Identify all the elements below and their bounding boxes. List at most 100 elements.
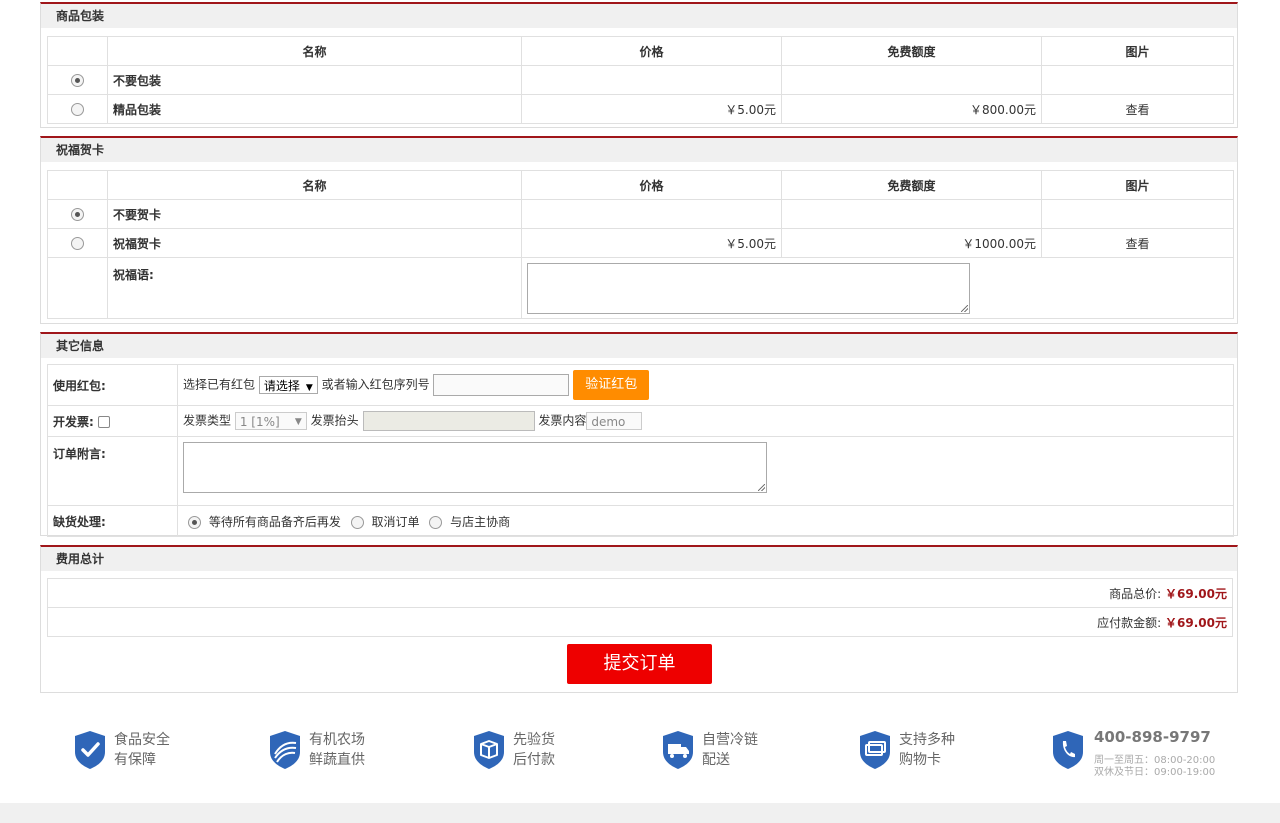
- packaging-name: 精品包装: [107, 94, 522, 124]
- packaging-free: ￥800.00元: [781, 94, 1042, 124]
- shortage-radio-negotiate[interactable]: [429, 515, 443, 529]
- verify-bonus-button[interactable]: 验证红包: [573, 370, 650, 400]
- feature-item: 先验货 后付款: [473, 728, 633, 776]
- bonus-select-value: 请选择: [263, 379, 300, 393]
- column-header: 名称: [107, 170, 522, 200]
- feature-line2: 有保障: [114, 752, 156, 768]
- table-row: 商品总价: ￥69.00元: [47, 578, 1233, 608]
- box-shield-icon: [474, 731, 504, 769]
- packaging-free: [781, 65, 1042, 95]
- table-row: 精品包装 ￥5.00元 ￥800.00元 查看: [47, 94, 1234, 124]
- other-info-title: 其它信息: [41, 334, 1237, 358]
- resize-grip-icon[interactable]: [758, 484, 765, 491]
- card-message-textarea[interactable]: [527, 263, 970, 314]
- packaging-price: ￥5.00元: [521, 94, 782, 124]
- packaging-title: 商品包装: [41, 4, 1237, 28]
- feature-line2: 配送: [702, 752, 730, 768]
- invoice-content-value: demo: [591, 415, 626, 429]
- feature-line1: 先验货: [513, 732, 555, 748]
- table-row: 不要包装: [47, 65, 1234, 95]
- feature-line1: 食品安全: [114, 732, 170, 748]
- check-shield-icon: [75, 731, 105, 769]
- packaging-radio-none[interactable]: [71, 74, 84, 87]
- feature-line2: 后付款: [513, 752, 555, 768]
- feature-line2: 购物卡: [899, 752, 941, 768]
- other-info-table: 使用红包: 选择已有红包 请选择 ▼ 或者输入红包序列号 验证红包 开发票: 发票…: [47, 364, 1234, 537]
- column-header: 免费额度: [781, 170, 1042, 200]
- table-row: 祝福语:: [47, 257, 1234, 319]
- card-image-link: [1041, 199, 1234, 229]
- packaging-view-link[interactable]: 查看: [1041, 94, 1234, 124]
- goods-total-label: 商品总价:: [1109, 586, 1162, 601]
- shortage-option-label: 等待所有商品备齐后再发: [208, 514, 341, 529]
- invoice-content-select[interactable]: demo▼: [586, 412, 643, 436]
- column-header: 图片: [1041, 170, 1234, 200]
- total-table: 商品总价: ￥69.00元 应付款金额: ￥69.00元: [47, 578, 1233, 637]
- shortage-option-label: 取消订单: [371, 514, 420, 529]
- feature-item: 有机农场 鲜蔬直供: [269, 728, 429, 776]
- bonus-select-prefix: 选择已有红包: [183, 377, 256, 392]
- payable-value: ￥69.00元: [1165, 615, 1227, 630]
- hotline-item: 400-898-9797 周一至周五：08:00-20:00 双休及节日：09:…: [1052, 728, 1252, 778]
- bonus-serial-input[interactable]: [433, 374, 570, 396]
- bonus-select[interactable]: 请选择 ▼: [258, 376, 318, 394]
- feature-item: 食品安全 有保障: [74, 728, 234, 776]
- column-header: 价格: [521, 36, 782, 66]
- invoice-label: 开发票:: [53, 414, 94, 429]
- card-panel: 祝福贺卡 名称 价格 免费额度 图片 不要贺卡 祝福贺卡 ￥5.00元 ￥100…: [40, 136, 1238, 324]
- shortage-radio-cancel[interactable]: [350, 515, 364, 529]
- card-name: 不要贺卡: [107, 199, 522, 229]
- card-free: [781, 199, 1042, 229]
- table-row: 订单附言:: [47, 436, 1234, 506]
- invoice-type-select[interactable]: 1 [1%] ▼: [234, 412, 307, 430]
- card-view-link[interactable]: 查看: [1041, 228, 1234, 258]
- table-row: 开发票: 发票类型 1 [1%] ▼ 发票抬头 发票内容demo▼: [47, 405, 1234, 437]
- invoice-type-value: 1 [1%]: [239, 415, 280, 429]
- shortage-option-label: 与店主协商: [450, 514, 511, 529]
- table-row: 祝福贺卡 ￥5.00元 ￥1000.00元 查看: [47, 228, 1234, 258]
- feature-item: 自营冷链 配送: [662, 728, 822, 776]
- card-radio-greeting[interactable]: [71, 237, 84, 250]
- column-header: 价格: [521, 170, 782, 200]
- packaging-radio-premium[interactable]: [71, 103, 84, 116]
- invoice-type-label: 发票类型: [183, 413, 232, 428]
- resize-grip-icon[interactable]: [961, 305, 968, 312]
- card-shield-icon: [860, 731, 890, 769]
- feature-item: 支持多种 购物卡: [859, 728, 1019, 776]
- card-table: 名称 价格 免费额度 图片 不要贺卡 祝福贺卡 ￥5.00元 ￥1000.00元…: [47, 170, 1234, 319]
- bonus-label: 使用红包:: [47, 364, 178, 406]
- order-note-textarea[interactable]: [183, 442, 767, 493]
- invoice-content-label: 发票内容: [538, 413, 587, 428]
- bonus-or-text: 或者输入红包序列号: [321, 377, 430, 392]
- order-note-label: 订单附言:: [47, 436, 178, 506]
- shortage-label: 缺货处理:: [47, 505, 178, 537]
- hotline-number: 400-898-9797: [1094, 728, 1211, 746]
- page-footer-bar: [0, 803, 1280, 823]
- packaging-table: 名称 价格 免费额度 图片 不要包装 精品包装 ￥5.00元 ￥800.00元 …: [47, 36, 1234, 124]
- card-radio-none[interactable]: [71, 208, 84, 221]
- column-header: 图片: [1041, 36, 1234, 66]
- phone-shield-icon: [1053, 731, 1083, 769]
- truck-shield-icon: [663, 731, 693, 769]
- feature-line2: 鲜蔬直供: [309, 752, 365, 768]
- invoice-checkbox[interactable]: [97, 416, 110, 428]
- invoice-title-input[interactable]: [362, 411, 535, 431]
- feature-line1: 有机农场: [309, 732, 365, 748]
- column-header: 名称: [107, 36, 522, 66]
- table-row: 应付款金额: ￥69.00元: [47, 607, 1233, 637]
- card-free: ￥1000.00元: [781, 228, 1042, 258]
- card-name: 祝福贺卡: [107, 228, 522, 258]
- packaging-panel: 商品包装 名称 价格 免费额度 图片 不要包装 精品包装 ￥5.00元 ￥800…: [40, 2, 1238, 128]
- card-price: ￥5.00元: [521, 228, 782, 258]
- packaging-name: 不要包装: [107, 65, 522, 95]
- card-message-label: 祝福语:: [107, 257, 522, 319]
- hotline-hours-weekend: 双休及节日：09:00-19:00: [1094, 767, 1216, 778]
- payable-label: 应付款金额:: [1097, 615, 1162, 630]
- table-row: 缺货处理: 等待所有商品备齐后再发 取消订单 与店主协商: [47, 505, 1234, 537]
- invoice-title-label: 发票抬头: [310, 413, 359, 428]
- submit-order-button[interactable]: 提交订单: [567, 644, 712, 684]
- table-header-row: 名称 价格 免费额度 图片: [47, 36, 1234, 66]
- table-row: 不要贺卡: [47, 199, 1234, 229]
- goods-total-value: ￥69.00元: [1165, 586, 1227, 601]
- shortage-radio-wait[interactable]: [188, 515, 201, 529]
